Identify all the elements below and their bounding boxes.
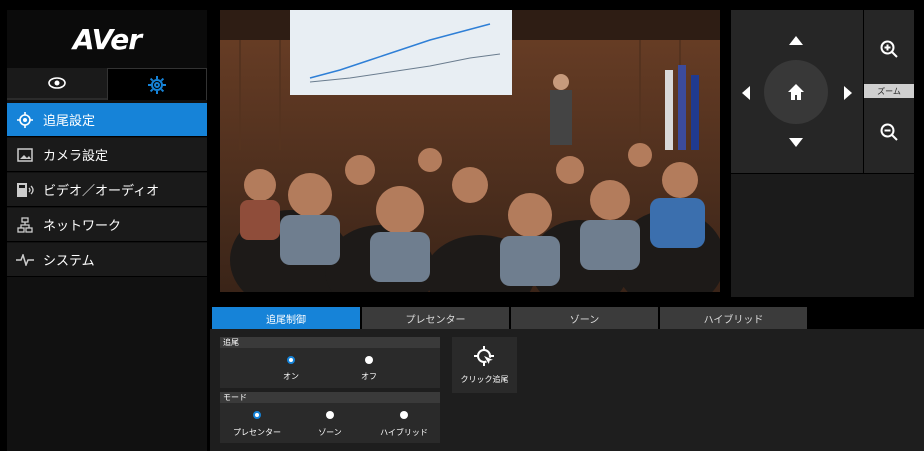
click-track-button[interactable]: クリック追尾 [452,337,517,393]
view-mode-button[interactable] [7,68,107,100]
sidebar-item-system[interactable]: システム [7,243,207,277]
sidebar-item-network[interactable]: ネットワーク [7,208,207,242]
aver-logo: AVer [7,10,207,68]
tab-hybrid[interactable]: ハイブリッド [660,307,807,329]
tracking-on-label: オン [283,372,299,381]
gear-icon [148,75,166,94]
pulse-icon [16,253,34,266]
mode-presenter-label: プレセンター [233,428,281,437]
target-icon [17,111,33,128]
sidebar-item-label: カメラ設定 [43,149,109,164]
mode-presenter-radio[interactable] [253,411,261,419]
tracking-on-radio[interactable] [287,356,295,364]
settings-mode-button[interactable] [107,68,207,100]
mode-hybrid-label: ハイブリッド [380,428,428,437]
click-track-label: クリック追尾 [460,374,509,384]
tracking-group [220,348,440,388]
sidebar-item-label: システム [43,254,95,269]
mode-group-title: モード [220,392,440,403]
home-icon [788,84,804,100]
pan-up-button[interactable] [789,36,803,45]
network-icon [17,216,33,233]
sidebar-item-label: 追尾設定 [43,114,96,129]
sidebar-item-label: ビデオ／オーディオ [43,184,160,199]
tab-zone[interactable]: ゾーン [511,307,658,329]
video-audio-icon [17,182,34,197]
tracking-off-label: オフ [361,372,377,381]
tab-tracking-control[interactable]: 追尾制御 [212,307,360,329]
live-video-preview[interactable] [220,10,720,292]
image-icon [17,147,33,162]
sidebar-item-tracking[interactable]: 追尾設定 [7,103,207,137]
video-frame-image [220,10,720,292]
sidebar-item-label: ネットワーク [43,219,122,234]
mode-zone-label: ゾーン [318,428,342,437]
zoom-label: ズーム [864,84,914,98]
tracking-group-title: 追尾 [220,337,440,348]
sidebar-item-video-audio[interactable]: ビデオ／オーディオ [7,173,207,207]
pan-left-button[interactable] [742,86,750,100]
ptz-lower-panel [731,174,914,297]
logo-text: AVer [72,22,142,56]
mode-zone-radio[interactable] [326,411,334,419]
zoom-out-button[interactable] [880,123,898,141]
eye-icon [48,77,66,89]
mode-hybrid-radio[interactable] [400,411,408,419]
click-track-icon [473,345,495,366]
zoom-in-button[interactable] [880,40,898,58]
tab-presenter[interactable]: プレセンター [362,307,509,329]
tracking-off-radio[interactable] [365,356,373,364]
pan-down-button[interactable] [789,138,803,147]
pan-right-button[interactable] [844,86,852,100]
sidebar-item-camera[interactable]: カメラ設定 [7,138,207,172]
